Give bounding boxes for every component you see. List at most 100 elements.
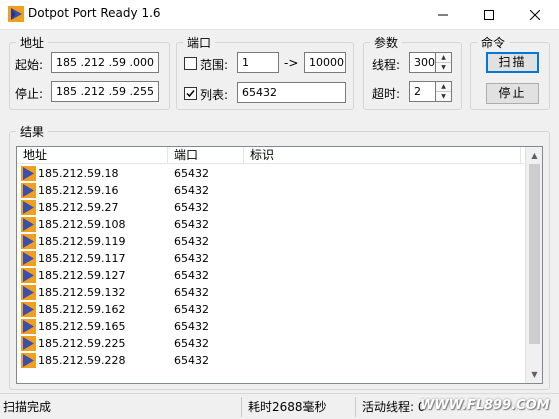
end-ip-label: 停止:: [15, 87, 44, 101]
results-group-legend: 结果: [20, 125, 45, 139]
host-icon: [21, 353, 36, 368]
spin-up-icon[interactable]: ▲: [436, 82, 451, 92]
port-group-legend: 端口: [187, 36, 212, 50]
app-logo-icon: [8, 6, 24, 22]
port-cell: 65432: [174, 201, 209, 214]
port-cell: 65432: [174, 184, 209, 197]
banner-cell: [250, 335, 520, 352]
scroll-down-icon[interactable]: ▼: [526, 366, 542, 383]
maximize-button[interactable]: [466, 0, 512, 30]
table-row[interactable]: 185.212.59.27 65432: [17, 199, 524, 216]
results-list[interactable]: 地址 端口 标识 185.212.59.18 65432 185.212.59.16…: [16, 146, 543, 384]
host-icon: [21, 200, 36, 215]
host-icon: [21, 302, 36, 317]
port-cell: 65432: [174, 252, 209, 265]
address-cell: 185.212.59.165: [38, 320, 126, 333]
host-icon: [21, 234, 36, 249]
range-checkbox[interactable]: [184, 57, 197, 70]
start-ip-octet-4: .000: [129, 56, 155, 69]
title-bar[interactable]: Dotpot Port Ready 1.6: [0, 0, 559, 30]
address-cell: 185.212.59.119: [38, 235, 126, 248]
table-row[interactable]: 185.212.59.132 65432: [17, 284, 524, 301]
address-cell: 185.212.59.225: [38, 337, 126, 350]
address-group-legend: 地址: [20, 36, 45, 50]
start-ip-octet-3: .59: [108, 56, 127, 69]
range-arrow: ->: [284, 56, 299, 70]
close-button[interactable]: [512, 0, 558, 30]
start-ip-octet-2: .212: [80, 56, 106, 69]
end-ip-octet-2: .212: [80, 85, 106, 98]
port-cell: 65432: [174, 269, 209, 282]
table-row[interactable]: 185.212.59.162 65432: [17, 301, 524, 318]
close-icon: [530, 10, 540, 20]
table-row[interactable]: 185.212.59.165 65432: [17, 318, 524, 335]
port-cell: 65432: [174, 167, 209, 180]
spin-down-icon[interactable]: ▼: [436, 63, 451, 73]
banner-cell: [250, 165, 520, 182]
scroll-up-icon[interactable]: ▲: [526, 147, 542, 164]
spin-up-icon[interactable]: ▲: [436, 53, 451, 63]
table-row[interactable]: 185.212.59.16 65432: [17, 182, 524, 199]
spin-down-icon[interactable]: ▼: [436, 92, 451, 102]
table-row[interactable]: 185.212.59.108 65432: [17, 216, 524, 233]
checkmark-icon: [186, 90, 195, 98]
end-ip-octet-3: .59: [108, 85, 127, 98]
host-icon: [21, 268, 36, 283]
threads-label: 线程:: [372, 58, 401, 72]
timeout-input[interactable]: 2: [409, 81, 436, 102]
minimize-button[interactable]: [420, 0, 466, 30]
column-header-banner[interactable]: 标识: [244, 147, 521, 164]
start-ip-octet-1: 185: [56, 56, 77, 69]
host-icon: [21, 336, 36, 351]
watermark: WWW.FL899.COM: [420, 398, 550, 413]
banner-cell: [250, 233, 520, 250]
address-cell: 185.212.59.228: [38, 354, 126, 367]
table-row[interactable]: 185.212.59.225 65432: [17, 335, 524, 352]
threads-spinner[interactable]: ▲ ▼: [436, 52, 452, 73]
banner-cell: [250, 301, 520, 318]
table-row[interactable]: 185.212.59.18 65432: [17, 165, 524, 182]
table-row[interactable]: 185.212.59.119 65432: [17, 233, 524, 250]
host-icon: [21, 183, 36, 198]
stop-button[interactable]: 停止: [486, 83, 539, 104]
column-header-address[interactable]: 地址: [17, 147, 168, 164]
status-text: 扫描完成: [0, 397, 242, 417]
command-group-legend: 命令: [481, 36, 506, 50]
banner-cell: [250, 267, 520, 284]
table-row[interactable]: 185.212.59.127 65432: [17, 267, 524, 284]
end-ip-octet-4: .255: [129, 85, 155, 98]
start-ip-field[interactable]: 185 .212 .59 .000: [51, 52, 159, 73]
host-icon: [21, 251, 36, 266]
range-from-input[interactable]: 1: [237, 52, 279, 73]
port-list-input[interactable]: 65432: [237, 82, 346, 103]
timeout-spinner[interactable]: ▲ ▼: [436, 81, 452, 102]
threads-input[interactable]: 300: [409, 52, 436, 73]
address-cell: 185.212.59.127: [38, 269, 126, 282]
table-row[interactable]: 185.212.59.117 65432: [17, 250, 524, 267]
elapsed-time: 耗时2688毫秒: [245, 397, 356, 417]
address-cell: 185.212.59.27: [38, 201, 119, 214]
start-ip-label: 起始:: [15, 58, 44, 72]
column-header-port[interactable]: 端口: [168, 147, 244, 164]
port-cell: 65432: [174, 286, 209, 299]
results-list-header: 地址 端口 标识: [17, 147, 524, 164]
end-ip-octet-1: 185: [56, 85, 77, 98]
host-icon: [21, 319, 36, 334]
host-icon: [21, 285, 36, 300]
range-to-input[interactable]: 10000: [304, 52, 346, 73]
params-group-legend: 参数: [374, 36, 399, 50]
banner-cell: [250, 199, 520, 216]
end-ip-field[interactable]: 185 .212 .59 .255: [51, 81, 159, 102]
port-cell: 65432: [174, 303, 209, 316]
address-cell: 185.212.59.162: [38, 303, 126, 316]
port-cell: 65432: [174, 354, 209, 367]
results-scrollbar[interactable]: ▲ ▼: [525, 147, 542, 383]
address-cell: 185.212.59.18: [38, 167, 119, 180]
port-cell: 65432: [174, 337, 209, 350]
port-cell: 65432: [174, 235, 209, 248]
scrollbar-thumb[interactable]: [529, 164, 540, 344]
table-row[interactable]: 185.212.59.228 65432: [17, 352, 524, 369]
banner-cell: [250, 216, 520, 233]
scan-button[interactable]: 扫描: [486, 52, 539, 73]
list-checkbox[interactable]: [184, 87, 197, 100]
